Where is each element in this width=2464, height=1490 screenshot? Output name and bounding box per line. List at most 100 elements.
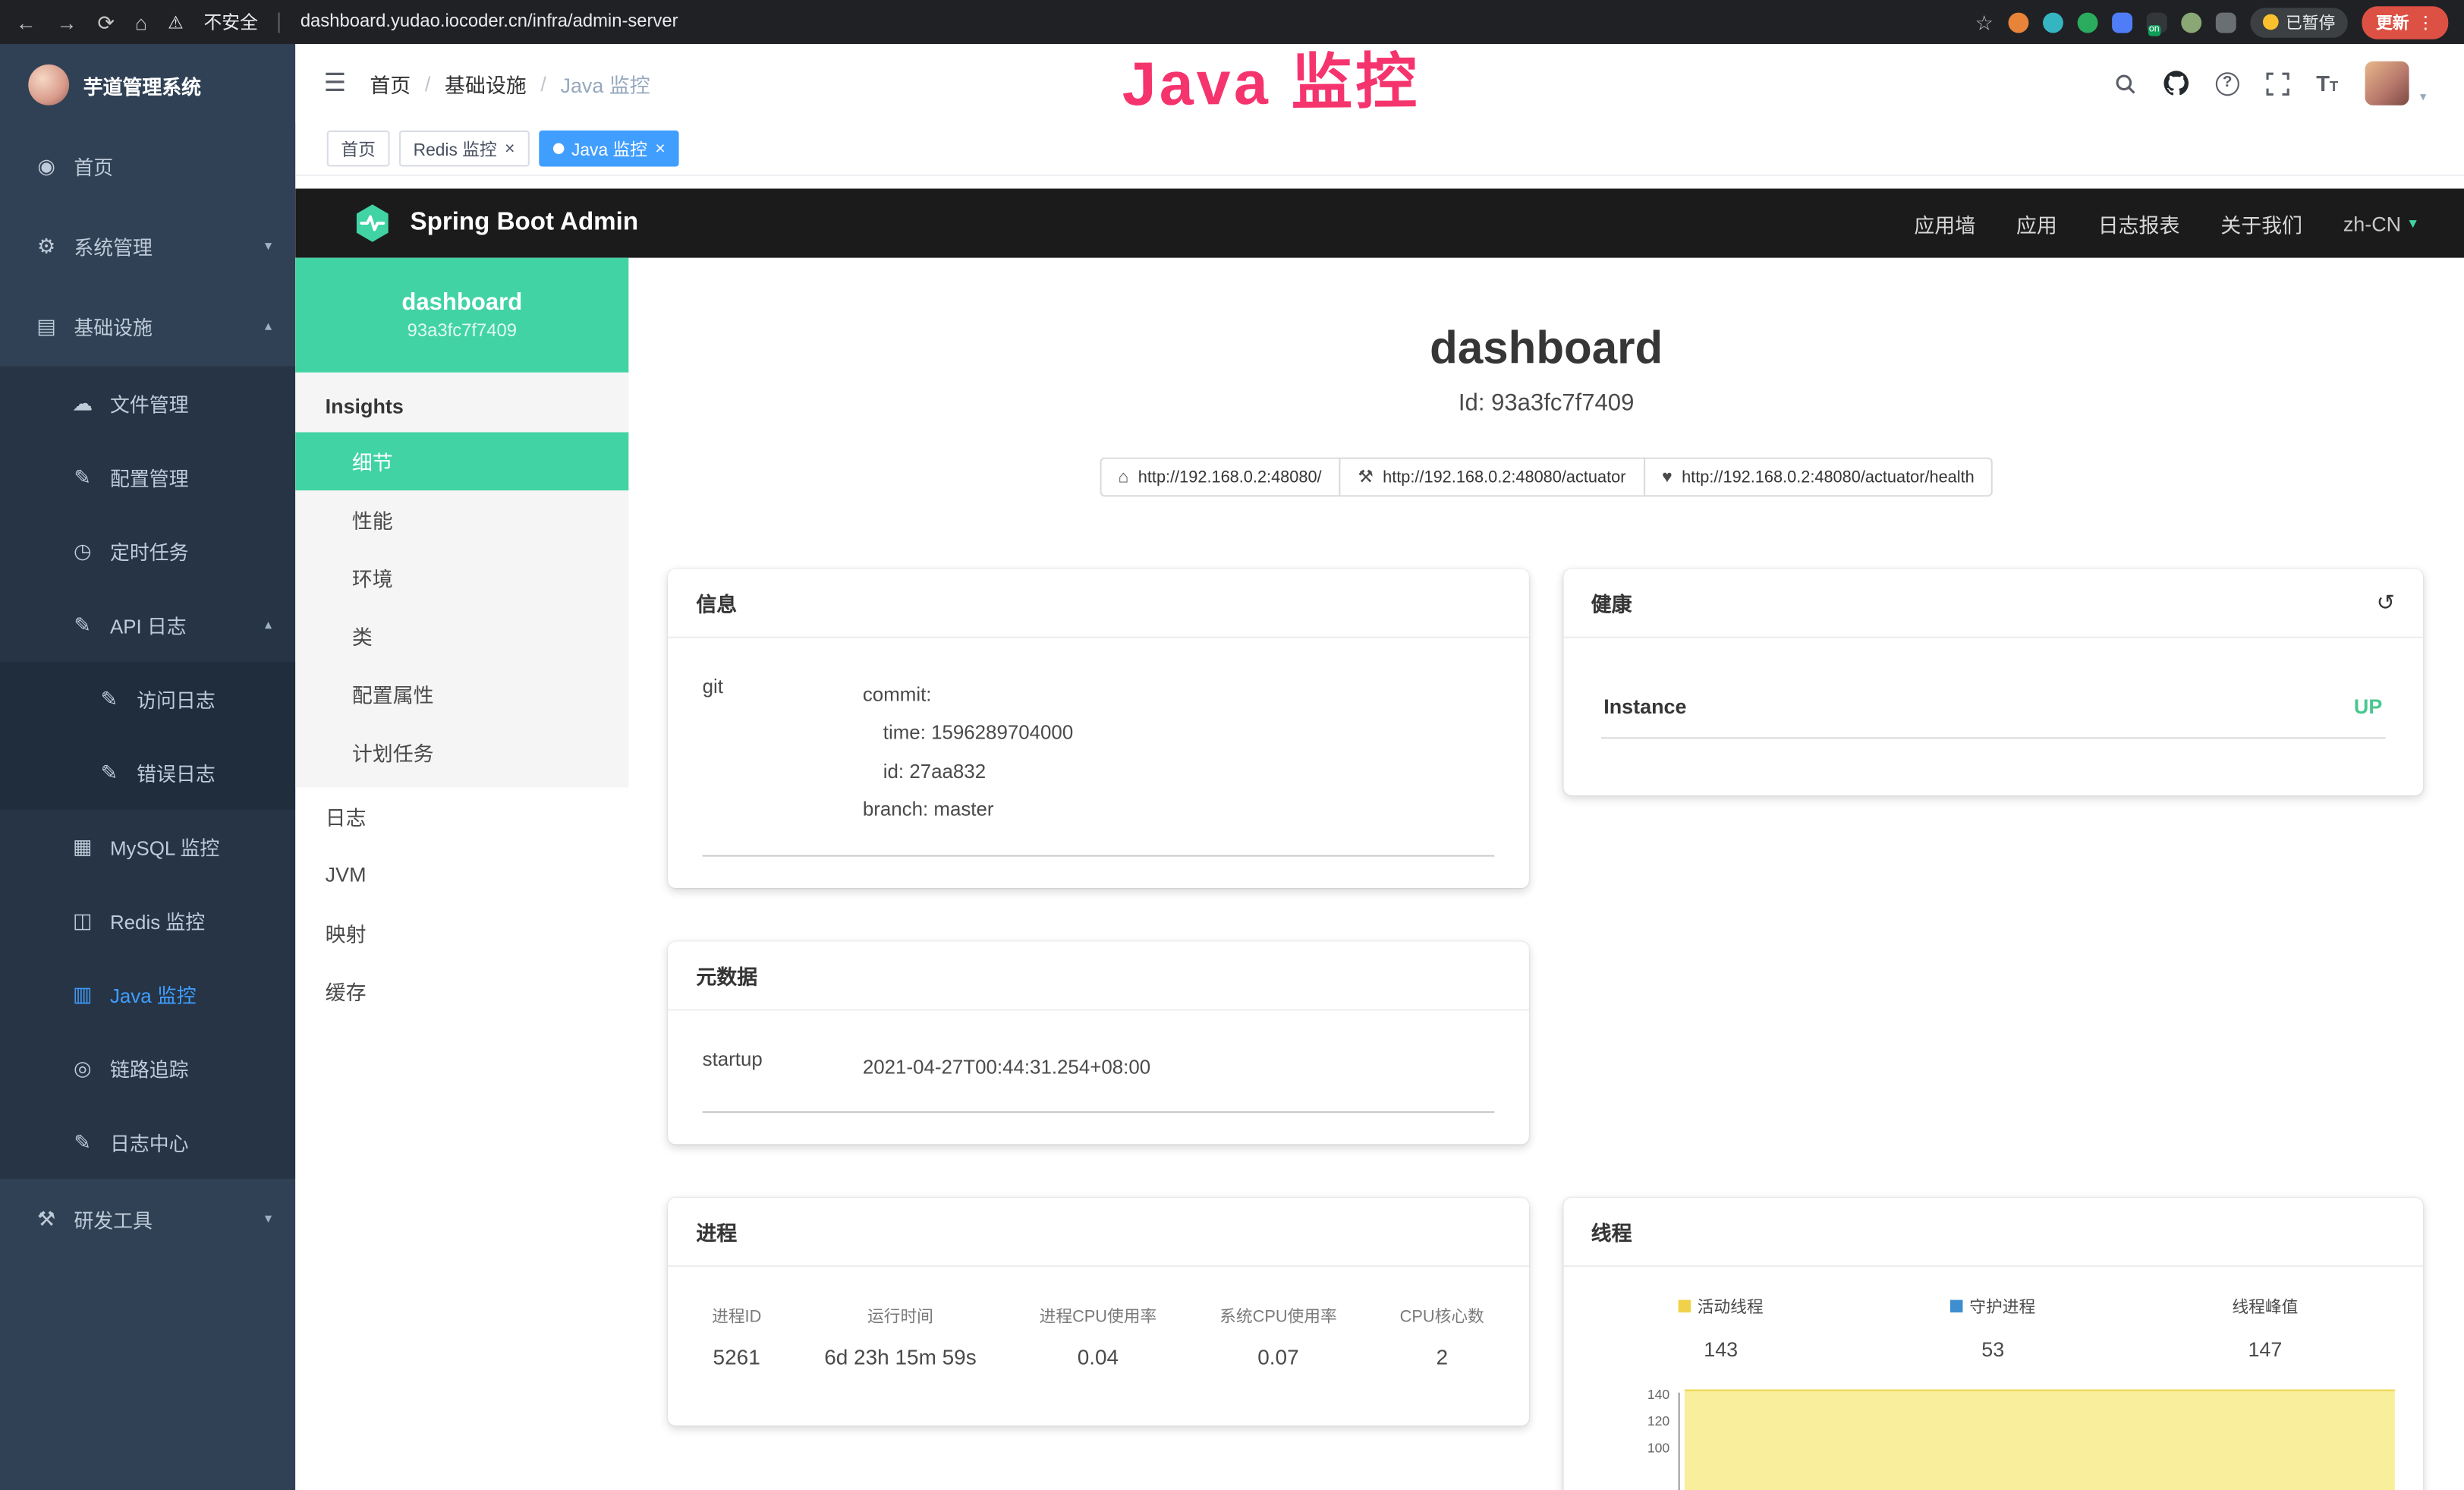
java-monitor-icon: ▥ — [69, 981, 96, 1006]
sba-menu-classes[interactable]: 类 — [295, 606, 628, 665]
history-icon[interactable]: ↺ — [2377, 590, 2395, 616]
sidebar-item-api-logs[interactable]: ✎ API 日志 ▴ — [0, 587, 295, 661]
reload-icon[interactable]: ⟳ — [97, 12, 115, 33]
sba-brand[interactable]: Spring Boot Admin — [410, 209, 638, 237]
sidebar-item-error-logs[interactable]: ✎ 错误日志 — [0, 736, 295, 809]
legend-swatch-yellow — [1679, 1300, 1691, 1313]
app-title: 芋道管理系统 — [83, 70, 201, 99]
actuator-url-button[interactable]: ⚒ http://192.168.0.2:48080/actuator — [1339, 458, 1644, 497]
tab-java-monitor[interactable]: Java 监控 × — [539, 131, 680, 167]
chevron-up-icon: ▴ — [265, 317, 272, 335]
hamburger-icon[interactable]: ☰ — [324, 68, 347, 99]
sba-nav-wallboard[interactable]: 应用墙 — [1914, 208, 1975, 238]
chevron-down-icon: ▾ — [2409, 215, 2416, 232]
sba-header: Spring Boot Admin 应用墙 应用 日志报表 关于我们 zh-CN… — [295, 188, 2464, 257]
sidebar-item-dev-tools[interactable]: ⚒ 研发工具 ▾ — [0, 1179, 295, 1259]
tab-home[interactable]: 首页 — [327, 131, 390, 167]
chrome-menu-icon[interactable]: ⋮ — [2417, 12, 2434, 33]
sba-nav-applications[interactable]: 应用 — [2016, 208, 2057, 238]
sidebar-item-mysql-monitor[interactable]: ▦ MySQL 监控 — [0, 809, 295, 883]
eye-icon: ◎ — [69, 1056, 96, 1081]
close-icon[interactable]: × — [505, 139, 515, 158]
sba-menu-environment[interactable]: 环境 — [295, 549, 628, 607]
info-card: 信息 git commit: time: 1596289704000 id: 2 — [668, 569, 1528, 887]
live-threads-area — [1684, 1389, 2395, 1490]
sba-menu-scheduled-tasks[interactable]: 计划任务 — [295, 723, 628, 782]
breadcrumb-home[interactable]: 首页 — [370, 68, 411, 98]
security-label[interactable]: 不安全 — [203, 9, 257, 34]
sba-nav-journal[interactable]: 日志报表 — [2098, 208, 2180, 238]
avatar[interactable] — [2365, 61, 2409, 106]
update-button[interactable]: 更新 ⋮ — [2362, 5, 2448, 38]
extension-icon[interactable] — [2042, 12, 2063, 33]
sba-menu-metrics[interactable]: 性能 — [295, 490, 628, 549]
extension-icon[interactable] — [2007, 12, 2028, 33]
sba-menu-mappings[interactable]: 映射 — [295, 904, 628, 962]
stat-system-cpu: 系统CPU使用率 0.07 — [1219, 1305, 1337, 1369]
threads-chart: 140 120 100 — [1584, 1392, 2401, 1490]
extension-icon[interactable] — [2215, 12, 2236, 33]
process-card: 进程 进程ID 5261 运行时间 — [668, 1198, 1528, 1425]
breadcrumb-infrastructure[interactable]: 基础设施 — [445, 68, 527, 98]
instance-name: dashboard — [401, 289, 522, 316]
browser-chrome: ← → ⟳ ⌂ ⚠ 不安全 dashboard.yudao.iocoder.cn… — [0, 0, 2464, 44]
metadata-card-title: 元数据 — [696, 959, 757, 989]
github-icon[interactable] — [2163, 71, 2189, 96]
sba-menu-logs[interactable]: 日志 — [295, 787, 628, 846]
sidebar-item-file-mgmt[interactable]: ☁ 文件管理 — [0, 366, 295, 439]
extension-icon[interactable] — [2077, 12, 2097, 33]
extension-icon[interactable]: on — [2146, 12, 2167, 33]
sba-nav-about[interactable]: 关于我们 — [2220, 208, 2302, 238]
metadata-card: 元数据 startup 2021-04-27T00:44:31.254+08:0… — [668, 940, 1528, 1144]
back-icon[interactable]: ← — [16, 12, 36, 33]
health-url-button[interactable]: ♥ http://192.168.0.2:48080/actuator/heal… — [1643, 458, 1993, 497]
instance-header[interactable]: dashboard 93a3fc7f7409 — [295, 258, 628, 373]
sidebar-item-access-logs[interactable]: ✎ 访问日志 — [0, 662, 295, 736]
mysql-icon: ▦ — [69, 834, 96, 859]
home-icon[interactable]: ⌂ — [135, 12, 147, 33]
sidebar-item-system-mgmt[interactable]: ⚙ 系统管理 ▾ — [0, 206, 295, 286]
sba-menu-jvm[interactable]: JVM — [295, 846, 628, 904]
font-size-icon[interactable]: TT — [2316, 72, 2338, 94]
spring-boot-admin-frame: Spring Boot Admin 应用墙 应用 日志报表 关于我们 zh-CN… — [295, 176, 2464, 1490]
avatar-caret-icon: ▾ — [2420, 90, 2426, 104]
fullscreen-icon[interactable] — [2266, 71, 2289, 95]
sidebar-item-redis-monitor[interactable]: ◫ Redis 监控 — [0, 884, 295, 957]
infrastructure-submenu: ☁ 文件管理 ✎ 配置管理 ◷ 定时任务 ✎ API 日志 ▴ — [0, 366, 295, 1179]
extension-icon[interactable] — [2111, 12, 2132, 33]
sba-main: dashboard Id: 93a3fc7f7409 ⌂ http://192.… — [628, 258, 2464, 1490]
bookmark-star-icon[interactable]: ☆ — [1975, 12, 1994, 33]
locale-selector[interactable]: zh-CN ▾ — [2343, 212, 2417, 235]
tab-redis-monitor[interactable]: Redis 监控 × — [399, 131, 529, 167]
address-bar-url[interactable]: dashboard.yudao.iocoder.cn/infra/admin-s… — [301, 13, 678, 32]
tools-icon: ⚒ — [33, 1206, 59, 1231]
edit-icon: ✎ — [69, 465, 96, 490]
sba-menu-details[interactable]: 细节 — [295, 432, 628, 490]
sba-menu-caches[interactable]: 缓存 — [295, 962, 628, 1020]
service-url-button[interactable]: ⌂ http://192.168.0.2:48080/ — [1100, 458, 1341, 497]
dashboard-icon: ◉ — [33, 153, 59, 178]
health-instance-row[interactable]: Instance UP — [1600, 673, 2385, 739]
forward-icon[interactable]: → — [57, 12, 77, 33]
security-warning-icon: ⚠ — [168, 12, 183, 33]
wrench-icon: ⚒ — [1358, 467, 1373, 487]
stat-uptime: 运行时间 6d 23h 15m 59s — [824, 1305, 977, 1369]
sidebar-item-log-center[interactable]: ✎ 日志中心 — [0, 1105, 295, 1179]
paused-badge[interactable]: 已暂停 — [2249, 7, 2347, 36]
sba-sidebar: dashboard 93a3fc7f7409 Insights 细节 性能 环境… — [295, 258, 628, 1490]
breadcrumb-current: Java 监控 — [560, 68, 650, 98]
help-icon[interactable]: ? — [2216, 71, 2239, 95]
sidebar-item-scheduled-tasks[interactable]: ◷ 定时任务 — [0, 514, 295, 587]
sidebar-item-infrastructure[interactable]: ▤ 基础设施 ▴ — [0, 286, 295, 367]
sba-menu-config-props[interactable]: 配置属性 — [295, 665, 628, 723]
sidebar-item-tracing[interactable]: ◎ 链路追踪 — [0, 1031, 295, 1104]
threads-card-title: 线程 — [1591, 1217, 1632, 1246]
chevron-down-icon: ▾ — [265, 1211, 272, 1228]
sidebar-item-home[interactable]: ◉ 首页 — [0, 126, 295, 206]
chevron-up-icon: ▴ — [265, 616, 272, 634]
sidebar-item-config-mgmt[interactable]: ✎ 配置管理 — [0, 440, 295, 514]
sidebar-item-java-monitor[interactable]: ▥ Java 监控 — [0, 957, 295, 1031]
extension-icon[interactable] — [2180, 12, 2201, 33]
close-icon[interactable]: × — [655, 139, 665, 158]
search-icon[interactable] — [2113, 71, 2137, 95]
